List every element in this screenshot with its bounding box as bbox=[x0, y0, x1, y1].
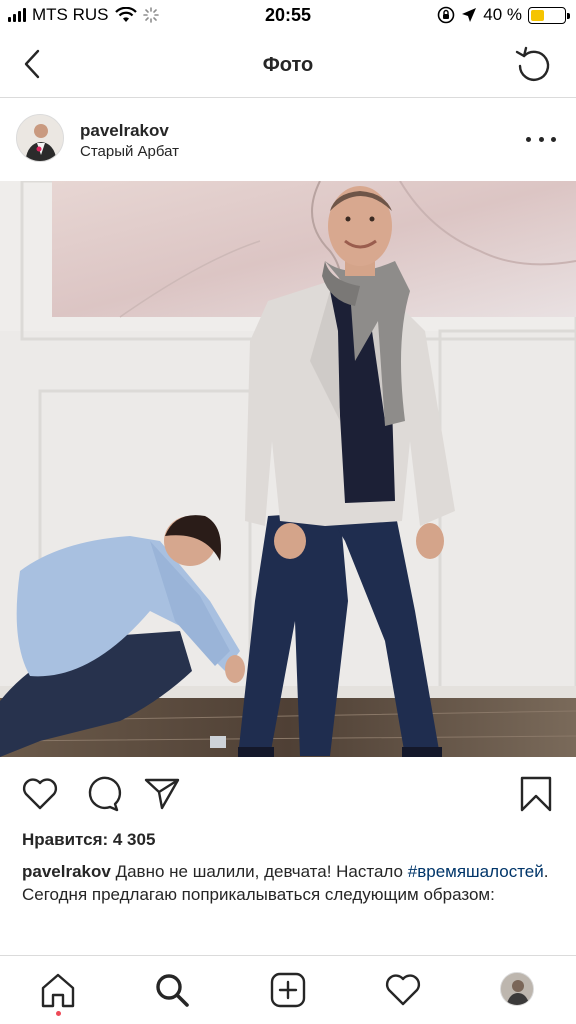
status-bar: MTS RUS 20:55 40 % bbox=[0, 0, 576, 32]
heart-icon bbox=[22, 778, 58, 810]
home-notification-dot bbox=[56, 1011, 61, 1016]
orientation-lock-icon bbox=[437, 6, 455, 24]
more-options-button[interactable] bbox=[526, 129, 556, 149]
tab-profile[interactable] bbox=[500, 972, 534, 1006]
battery-percent: 40 % bbox=[483, 5, 522, 24]
page-title: Фото bbox=[262, 54, 314, 76]
add-icon bbox=[270, 972, 306, 1008]
send-icon bbox=[144, 778, 180, 810]
caption-text: Давно не шалили, девчата! Настало bbox=[115, 862, 404, 881]
share-button[interactable] bbox=[142, 774, 182, 814]
more-dot bbox=[551, 136, 556, 142]
refresh-icon bbox=[515, 46, 550, 81]
bookmark-icon bbox=[520, 776, 552, 812]
status-right: 40 % bbox=[437, 5, 570, 25]
post-location[interactable]: Старый Арбат bbox=[80, 143, 179, 160]
save-button[interactable] bbox=[516, 774, 556, 814]
profile-avatar bbox=[501, 973, 533, 1005]
comment-icon bbox=[88, 776, 122, 812]
tab-bar bbox=[0, 955, 576, 1024]
post-caption: pavelrakov Давно не шалили, девчата! Нас… bbox=[22, 860, 558, 906]
caption-username[interactable]: pavelrakov bbox=[22, 862, 111, 881]
battery-fill bbox=[531, 9, 544, 21]
avatar-image bbox=[17, 115, 63, 161]
more-dot bbox=[526, 136, 531, 142]
post-header: pavelrakov Старый Арбат bbox=[0, 99, 576, 181]
refresh-button[interactable] bbox=[514, 44, 554, 84]
like-button[interactable] bbox=[20, 774, 60, 814]
more-dot bbox=[538, 136, 544, 142]
home-icon bbox=[41, 973, 75, 1008]
caption-hashtag[interactable]: #времяшалостей bbox=[408, 862, 544, 881]
tab-new-post[interactable] bbox=[268, 970, 308, 1010]
battery-icon bbox=[528, 6, 570, 24]
post-photo[interactable] bbox=[0, 181, 576, 757]
post-actions bbox=[0, 770, 576, 818]
avatar[interactable] bbox=[16, 114, 64, 162]
nav-header: Фото bbox=[0, 32, 576, 98]
tab-search[interactable] bbox=[152, 970, 192, 1010]
photo-image bbox=[0, 181, 576, 757]
location-arrow-icon bbox=[462, 8, 477, 22]
search-icon bbox=[156, 974, 189, 1007]
activity-icon bbox=[385, 974, 421, 1006]
tab-activity[interactable] bbox=[383, 970, 423, 1010]
tab-home[interactable] bbox=[38, 970, 78, 1010]
post-username[interactable]: pavelrakov bbox=[80, 121, 169, 141]
comment-button[interactable] bbox=[82, 774, 122, 814]
likes-count[interactable]: Нравится: 4 305 bbox=[22, 830, 155, 850]
